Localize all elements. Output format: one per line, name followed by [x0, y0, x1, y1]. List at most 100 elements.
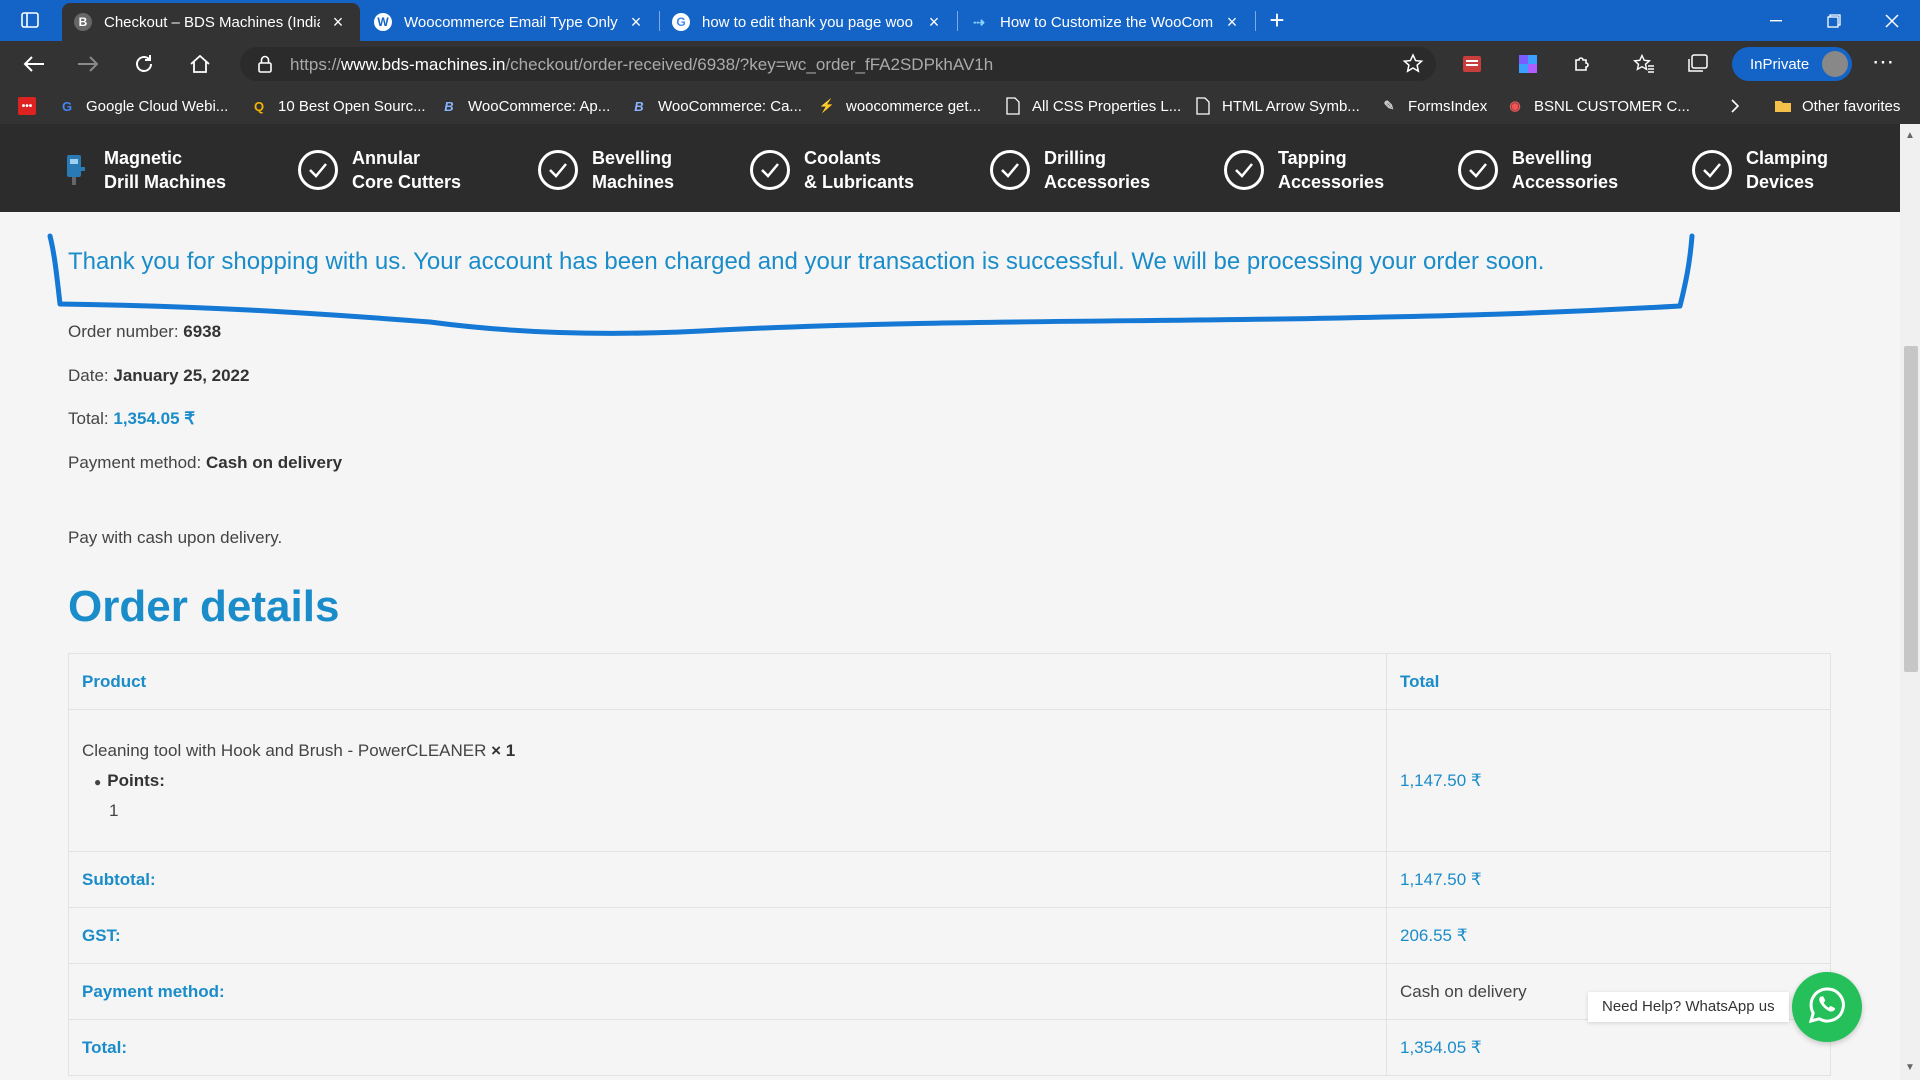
home-icon[interactable] [184, 49, 216, 79]
product-total: 1,147.50 ₹ [1386, 709, 1831, 852]
bookmark-item[interactable]: G Google Cloud Webi... [58, 95, 228, 117]
whatsapp-help-label[interactable]: Need Help? WhatsApp us [1588, 992, 1789, 1022]
nav-item-drilling-accessories[interactable]: Drilling Accessories [990, 146, 1150, 194]
nav-label-line: Accessories [1044, 172, 1151, 192]
bookmarks-bar: ••• G Google Cloud Webi... Q 10 Best Ope… [0, 87, 1920, 124]
order-number: Order number: 6938 [68, 322, 221, 342]
nav-item-bevelling-machines[interactable]: Bevelling Machines [538, 146, 674, 194]
bds-favicon-icon: B [74, 13, 92, 31]
url-host: www.bds-machines.in [341, 55, 506, 74]
tab-title: Checkout – BDS Machines (India [104, 13, 320, 31]
url-text[interactable]: https://www.bds-machines.in/checkout/ord… [290, 55, 993, 75]
close-tab-icon[interactable]: × [626, 12, 646, 33]
bookmark-item[interactable]: ◉ BSNL CUSTOMER C... [1506, 95, 1690, 117]
nav-label-line: Drill Machines [104, 172, 227, 192]
tab-actions-icon[interactable] [14, 8, 46, 32]
bookmark-item[interactable]: B WooCommerce: Ap... [440, 95, 610, 117]
order-number-value: 6938 [183, 322, 222, 341]
nav-item-coolants-lubricants[interactable]: Coolants & Lubricants [750, 146, 914, 194]
bookmark-item[interactable]: ✎ FormsIndex [1380, 95, 1488, 117]
bookmark-item[interactable]: HTML Arrow Symb... [1194, 95, 1360, 117]
lock-icon[interactable] [258, 55, 272, 78]
page-icon [1194, 97, 1212, 115]
nav-item-bevelling-accessories[interactable]: Bevelling Accessories [1458, 146, 1618, 194]
refresh-icon[interactable] [128, 49, 160, 79]
bookmark-item[interactable]: Q 10 Best Open Sourc... [250, 95, 426, 117]
close-tab-icon[interactable]: × [924, 12, 944, 33]
restore-icon[interactable] [1806, 0, 1862, 41]
checkmark-circle-icon [298, 150, 338, 190]
payment-method-row-label: Payment method: [68, 963, 1387, 1020]
favorites-icon[interactable] [1628, 49, 1660, 79]
product-name-text[interactable]: Cleaning tool with Hook and Brush - Powe… [82, 741, 486, 760]
site-favicon-icon: ⇢ [973, 13, 985, 30]
table-row: Subtotal: 1,147.50 ₹ [68, 851, 1831, 908]
page-scrollbar[interactable]: ▲ ▼ [1900, 124, 1920, 1080]
order-total: Total: 1,354.05 ₹ [68, 409, 195, 429]
scrollbar-thumb[interactable] [1904, 346, 1918, 672]
nav-label-line: Magnetic [104, 148, 183, 168]
order-total-label: Total: [68, 409, 114, 428]
order-date-value: January 25, 2022 [113, 366, 250, 385]
product-meta: ● Points: [82, 771, 1373, 791]
bookmarks-overflow-icon[interactable] [1730, 95, 1740, 117]
browser-titlebar: B Checkout – BDS Machines (India × W Woo… [0, 0, 1920, 41]
extension-grid-icon[interactable] [1456, 49, 1488, 79]
profile-avatar-icon[interactable] [1822, 51, 1848, 77]
nav-label-line: Devices [1746, 172, 1815, 192]
other-favorites[interactable]: Other favorites [1774, 95, 1900, 117]
google-icon: G [672, 13, 690, 31]
close-window-icon[interactable] [1864, 0, 1920, 41]
close-tab-icon[interactable]: × [328, 12, 348, 33]
nav-item-clamping-devices[interactable]: Clamping Devices [1692, 146, 1828, 194]
nav-label: Magnetic Drill Machines [104, 146, 226, 194]
browser-tab[interactable]: G how to edit thank you page woo × [660, 3, 956, 41]
minimize-icon[interactable] [1748, 0, 1804, 41]
whatsapp-button[interactable] [1792, 972, 1862, 1042]
extensions-puzzle-icon[interactable] [1566, 49, 1598, 79]
new-tab-icon[interactable]: + [1262, 6, 1292, 36]
bookmark-label: WooCommerce: Ap... [468, 97, 611, 115]
back-icon[interactable] [18, 49, 50, 79]
payment-method-label: Payment method: [68, 453, 206, 472]
table-header-row: Product Total [68, 653, 1831, 710]
browser-tab[interactable]: ⇢ How to Customize the WooCom × [958, 3, 1254, 41]
nav-item-tapping-accessories[interactable]: Tapping Accessories [1224, 146, 1384, 194]
bookmark-app-icon[interactable]: ••• [18, 95, 46, 117]
tab-title: Woocommerce Email Type Only [404, 13, 618, 31]
scroll-down-icon[interactable]: ▼ [1904, 1062, 1916, 1073]
subtotal-value: 1,147.50 ₹ [1386, 851, 1831, 908]
drill-machine-icon [62, 150, 90, 190]
nav-label: Clamping Devices [1746, 146, 1828, 194]
product-name[interactable]: Cleaning tool with Hook and Brush - Powe… [82, 741, 1373, 761]
bookmark-item[interactable]: B WooCommerce: Ca... [630, 95, 802, 117]
scroll-up-icon[interactable]: ▲ [1904, 130, 1916, 141]
browser-tab[interactable]: B Checkout – BDS Machines (India × [62, 3, 360, 41]
bookmark-item[interactable]: ⚡ woocommerce get... [818, 95, 981, 117]
nav-item-annular-core-cutters[interactable]: Annular Core Cutters [298, 146, 461, 194]
more-menu-icon[interactable]: ⋯ [1872, 49, 1894, 75]
order-number-label: Order number: [68, 322, 184, 341]
nav-label-line: Bevelling [592, 148, 673, 168]
subtotal-label: Subtotal: [68, 851, 1387, 908]
app-grid-icon: ••• [18, 97, 36, 115]
nav-label-line: Tapping [1278, 148, 1347, 168]
nav-item-magnetic-drill-machines[interactable]: Magnetic Drill Machines [62, 146, 226, 194]
forward-icon[interactable] [72, 49, 104, 79]
points-value: 1 [109, 800, 119, 820]
checkmark-circle-icon [538, 150, 578, 190]
b-logo-icon: B [634, 98, 644, 114]
bookmark-item[interactable]: All CSS Properties L... [1004, 95, 1181, 117]
bookmark-label: BSNL CUSTOMER C... [1534, 97, 1690, 115]
order-date: Date: January 25, 2022 [68, 366, 249, 386]
nav-label: Annular Core Cutters [352, 146, 461, 194]
nav-label-line: Core Cutters [352, 172, 462, 192]
inprivate-badge[interactable]: InPrivate [1732, 47, 1852, 81]
add-favorite-icon[interactable] [1402, 53, 1424, 80]
close-tab-icon[interactable]: × [1222, 12, 1242, 33]
collections-icon[interactable] [1682, 49, 1714, 79]
browser-tab[interactable]: W Woocommerce Email Type Only × [362, 3, 658, 41]
extension-color-icon[interactable] [1512, 49, 1544, 79]
address-bar[interactable]: https://www.bds-machines.in/checkout/ord… [240, 47, 1436, 81]
bookmark-label: woocommerce get... [846, 97, 982, 115]
